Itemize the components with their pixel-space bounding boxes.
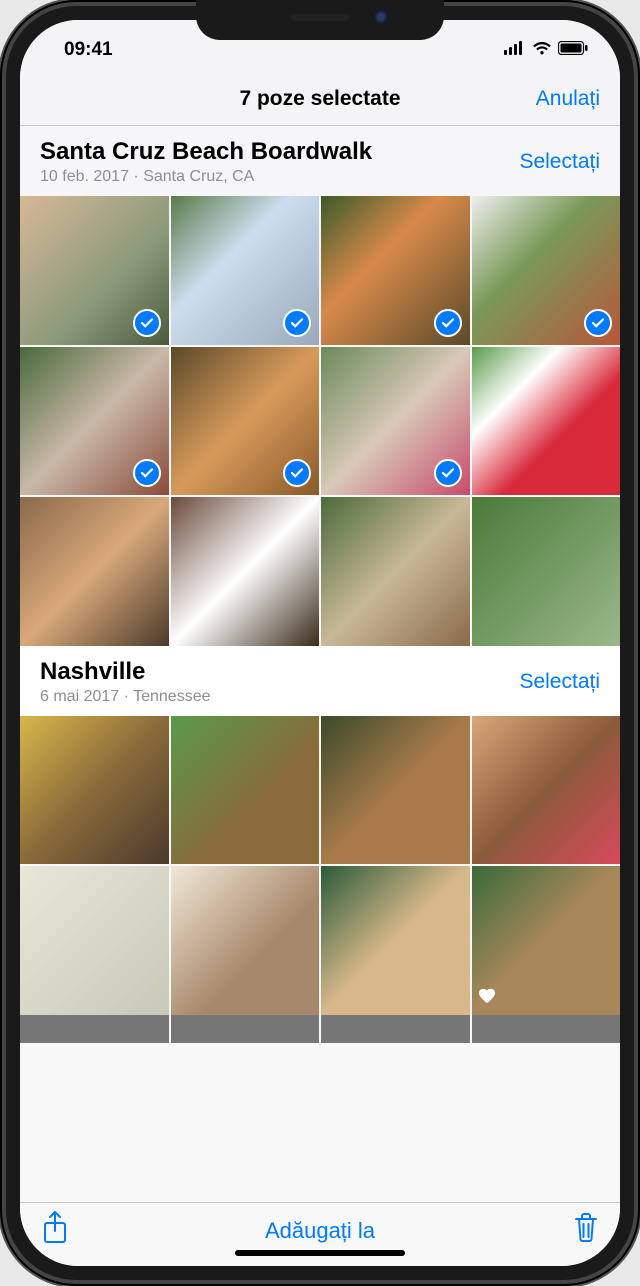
- section-subtitle: 10 feb. 2017 · Santa Cruz, CA: [40, 168, 372, 186]
- add-to-button[interactable]: Adăugați la: [265, 1218, 375, 1244]
- select-button[interactable]: Selectați: [519, 670, 600, 694]
- favorite-heart-icon: [478, 988, 496, 1009]
- photo-thumbnail[interactable]: [472, 1015, 621, 1043]
- photo-thumbnail[interactable]: [20, 866, 169, 1015]
- device-notch: [196, 0, 444, 40]
- photo-thumbnail[interactable]: [171, 866, 320, 1015]
- selected-check-icon: [283, 459, 311, 487]
- navigation-bar: 7 poze selectate Anulați: [20, 72, 620, 126]
- photo-grid-nashville: [20, 716, 620, 1015]
- photo-thumbnail[interactable]: [472, 866, 621, 1015]
- photo-thumbnail[interactable]: [321, 866, 470, 1015]
- photo-thumbnail[interactable]: [321, 196, 470, 345]
- trash-button[interactable]: [574, 1213, 598, 1248]
- section-title: Nashville: [40, 658, 210, 686]
- photo-thumbnail[interactable]: [472, 196, 621, 345]
- photo-thumbnail[interactable]: [321, 716, 470, 865]
- photo-thumbnail[interactable]: [20, 347, 169, 496]
- photo-thumbnail[interactable]: [171, 716, 320, 865]
- section-header-santa-cruz: Santa Cruz Beach Boardwalk 10 feb. 2017 …: [20, 126, 620, 196]
- select-button[interactable]: Selectați: [519, 150, 600, 174]
- bottom-toolbar: Adăugați la: [20, 1202, 620, 1266]
- selected-check-icon: [584, 309, 612, 337]
- photo-grid-partial-row: [20, 1015, 620, 1043]
- photo-thumbnail[interactable]: [20, 716, 169, 865]
- content-scroll[interactable]: Santa Cruz Beach Boardwalk 10 feb. 2017 …: [20, 126, 620, 1202]
- section-header-nashville: Nashville 6 mai 2017 · Tennessee Selecta…: [20, 646, 620, 716]
- photo-thumbnail[interactable]: [171, 347, 320, 496]
- photo-thumbnail[interactable]: [20, 196, 169, 345]
- photo-thumbnail[interactable]: [472, 347, 621, 496]
- photo-thumbnail[interactable]: [321, 347, 470, 496]
- photo-thumbnail[interactable]: [20, 497, 169, 646]
- photo-thumbnail[interactable]: [171, 497, 320, 646]
- selected-check-icon: [133, 459, 161, 487]
- photo-grid-santa-cruz: [20, 196, 620, 646]
- screen: 09:41 7 poze selectate Anulați: [20, 20, 620, 1266]
- wifi-icon: [532, 39, 552, 61]
- battery-icon: [558, 39, 588, 61]
- photo-thumbnail[interactable]: [472, 716, 621, 865]
- section-subtitle: 6 mai 2017 · Tennessee: [40, 688, 210, 706]
- selected-check-icon: [434, 309, 462, 337]
- photo-thumbnail[interactable]: [171, 1015, 320, 1043]
- photo-thumbnail[interactable]: [472, 497, 621, 646]
- status-time: 09:41: [52, 39, 326, 61]
- photo-thumbnail[interactable]: [20, 1015, 169, 1043]
- selected-check-icon: [283, 309, 311, 337]
- iphone-frame: 09:41 7 poze selectate Anulați: [0, 0, 640, 1286]
- selected-check-icon: [434, 459, 462, 487]
- selected-check-icon: [133, 309, 161, 337]
- page-title: 7 poze selectate: [239, 87, 400, 111]
- share-button[interactable]: [42, 1211, 68, 1250]
- photo-thumbnail[interactable]: [321, 497, 470, 646]
- home-indicator[interactable]: [235, 1250, 405, 1256]
- section-title: Santa Cruz Beach Boardwalk: [40, 138, 372, 166]
- cellular-icon: [504, 39, 526, 61]
- photo-thumbnail[interactable]: [171, 196, 320, 345]
- cancel-button[interactable]: Anulați: [536, 87, 600, 111]
- photo-thumbnail[interactable]: [321, 1015, 470, 1043]
